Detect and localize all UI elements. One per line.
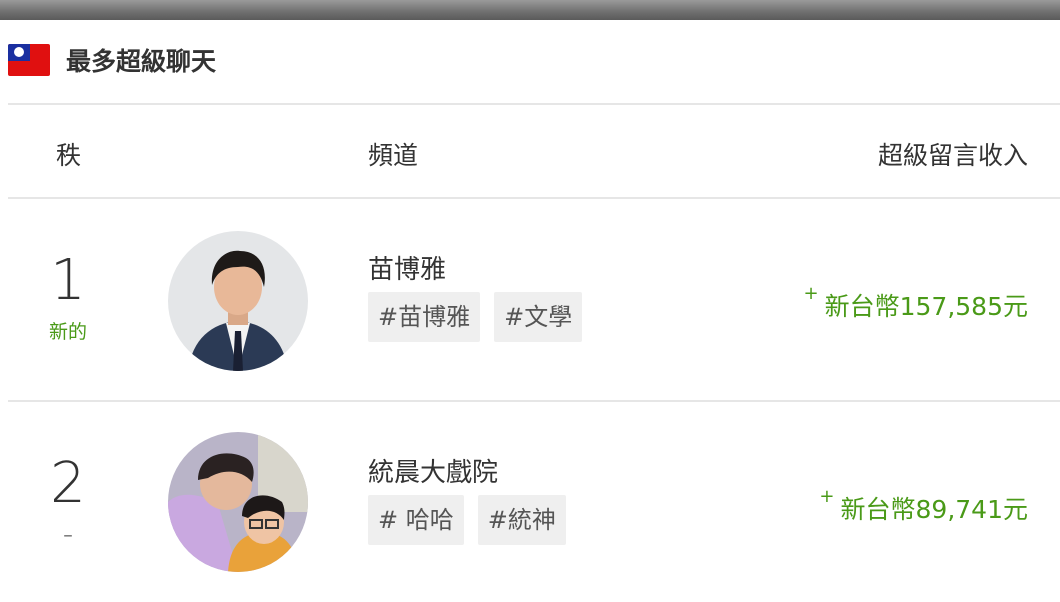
tag-list: # 哈哈 #統神 bbox=[368, 495, 566, 545]
channel-column-header: 頻道 bbox=[368, 141, 419, 170]
income-value: 新台幣89,741元 bbox=[840, 495, 1028, 524]
table-row[interactable]: 1 新的 苗博雅 #苗博雅 #文學 + 新台幣157,585元 bbox=[0, 199, 1060, 399]
avatar[interactable] bbox=[168, 432, 308, 572]
section-title: 最多超級聊天 bbox=[66, 47, 217, 76]
rank-change: 新的 bbox=[48, 321, 87, 343]
rank-number: 1 bbox=[50, 248, 86, 313]
channel-name[interactable]: 苗博雅 bbox=[368, 249, 446, 286]
income-amount: + 新台幣89,741元 bbox=[819, 486, 1028, 526]
income-amount: + 新台幣157,585元 bbox=[804, 283, 1028, 323]
avatar[interactable] bbox=[168, 231, 308, 371]
rank-column-header: 秩 bbox=[56, 141, 82, 170]
divider bbox=[8, 103, 1060, 105]
taiwan-flag-icon bbox=[8, 44, 50, 76]
tag[interactable]: #統神 bbox=[477, 495, 566, 545]
channel-name[interactable]: 統晨大戲院 bbox=[368, 452, 498, 489]
rank-change: – bbox=[63, 524, 73, 546]
plus-sign: + bbox=[803, 283, 819, 304]
income-column-header: 超級留言收入 bbox=[877, 141, 1028, 170]
tag[interactable]: #文學 bbox=[494, 292, 583, 342]
tag-list: #苗博雅 #文學 bbox=[368, 292, 583, 342]
top-bar bbox=[0, 0, 1060, 20]
income-value: 新台幣157,585元 bbox=[824, 292, 1028, 321]
table-row[interactable]: 2 – 統晨大戲院 # 哈哈 #統神 + 新台幣89,741元 bbox=[0, 402, 1060, 602]
section-header: 最多超級聊天 bbox=[8, 42, 216, 78]
tag[interactable]: #苗博雅 bbox=[368, 292, 481, 342]
plus-sign: + bbox=[819, 486, 835, 507]
tag[interactable]: # 哈哈 bbox=[368, 495, 464, 545]
rank-number: 2 bbox=[50, 451, 86, 516]
